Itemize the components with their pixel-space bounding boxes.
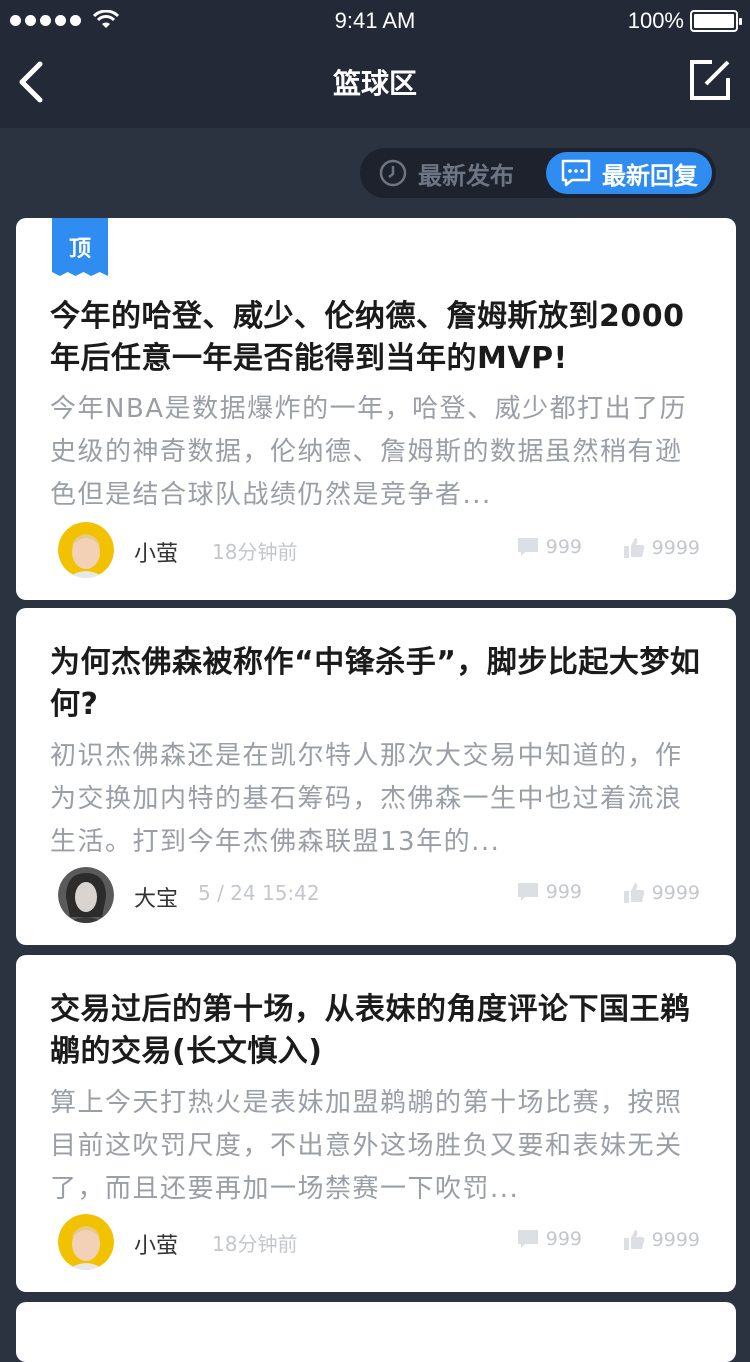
post-excerpt: 初识杰佛森还是在凯尔特人那次大交易中知道的，作为交换加内特的基石筹码，杰佛森一生… — [50, 741, 683, 857]
like-count-value: 9999 — [651, 1229, 700, 1251]
post-meta: 小萤 18分钟前 999 9999 — [58, 1214, 700, 1270]
post-excerpt: 今年NBA是数据爆炸的一年，哈登、威少都打出了历史级的神奇数据，伦纳德、詹姆斯的… — [50, 394, 688, 510]
comment-count[interactable]: 999 — [516, 1228, 582, 1250]
status-bar: 9:41 AM 100% — [0, 0, 750, 40]
author-name[interactable]: 大宝 — [134, 881, 178, 913]
avatar-portrait-icon — [58, 867, 114, 923]
post-time: 18分钟前 — [212, 540, 298, 564]
avatar-blond-icon — [58, 522, 114, 578]
clock-icon — [379, 159, 407, 187]
battery-fill — [694, 14, 734, 28]
author-name[interactable]: 小萤 — [134, 536, 178, 568]
post-title[interactable]: 今年的哈登、威少、伦纳德、詹姆斯放到2000年后任意一年是否能得到当年的MVP! — [50, 296, 702, 380]
comment-icon — [517, 1230, 538, 1248]
comment-count[interactable]: 999 — [516, 536, 582, 558]
battery-percent: 100% — [627, 8, 684, 33]
like-count[interactable]: 9999 — [622, 536, 700, 560]
post-card[interactable]: 交易过后的第十场，从表妹的角度评论下国王鹈鹕的交易(长文慎入) 算上今天打热火是… — [16, 955, 736, 1292]
avatar[interactable] — [58, 1214, 114, 1270]
post-meta: 大宝 5 / 24 15:42 999 9999 — [58, 867, 700, 923]
thumbs-up-icon — [623, 538, 644, 558]
like-count-value: 9999 — [651, 882, 700, 904]
comment-count-value: 999 — [545, 1228, 582, 1250]
avatar[interactable] — [58, 867, 114, 923]
post-card[interactable] — [16, 1302, 736, 1362]
avatar[interactable] — [58, 522, 114, 578]
pinned-badge: 顶 — [52, 218, 108, 276]
message-icon — [561, 159, 591, 187]
thumbs-up-icon — [623, 883, 644, 903]
like-count[interactable]: 9999 — [622, 881, 700, 905]
post-title[interactable]: 交易过后的第十场，从表妹的角度评论下国王鹈鹕的交易(长文慎入) — [50, 989, 702, 1073]
sort-latest-reply[interactable]: 最新回复 — [546, 152, 712, 194]
battery-icon — [690, 10, 742, 32]
avatar-blond-icon — [58, 1214, 114, 1270]
battery-status: 100% — [627, 8, 742, 34]
page-title: 篮球区 — [332, 67, 417, 100]
comment-count-value: 999 — [545, 536, 582, 558]
author-name[interactable]: 小萤 — [134, 1228, 178, 1260]
like-count-value: 9999 — [651, 537, 700, 559]
sort-latest-post-label: 最新发布 — [418, 161, 514, 190]
post-time: 18分钟前 — [212, 1232, 298, 1256]
post-time: 5 / 24 15:42 — [198, 881, 320, 905]
like-count[interactable]: 9999 — [622, 1228, 700, 1252]
nav-bar: 篮球区 — [0, 40, 750, 128]
post-title[interactable]: 为何杰佛森被称作“中锋杀手”，脚步比起大梦如何? — [50, 642, 702, 726]
comment-icon — [517, 538, 538, 556]
sort-latest-reply-label: 最新回复 — [602, 161, 698, 190]
post-meta: 小萤 18分钟前 999 9999 — [58, 522, 700, 578]
post-card[interactable]: 为何杰佛森被称作“中锋杀手”，脚步比起大梦如何? 初识杰佛森还是在凯尔特人那次大… — [16, 608, 736, 945]
post-excerpt: 算上今天打热火是表妹加盟鹈鹕的第十场比赛，按照目前这吹罚尺度，不出意外这场胜负又… — [50, 1088, 683, 1204]
edit-icon[interactable] — [686, 56, 734, 104]
comment-count-value: 999 — [545, 881, 582, 903]
comment-icon — [517, 883, 538, 901]
sort-latest-post[interactable]: 最新发布 — [364, 152, 528, 194]
post-card[interactable]: 顶 今年的哈登、威少、伦纳德、詹姆斯放到2000年后任意一年是否能得到当年的MV… — [16, 218, 736, 600]
thumbs-up-icon — [623, 1230, 644, 1250]
comment-count[interactable]: 999 — [516, 881, 582, 903]
sort-toggle: 最新发布 最新回复 — [360, 148, 716, 198]
